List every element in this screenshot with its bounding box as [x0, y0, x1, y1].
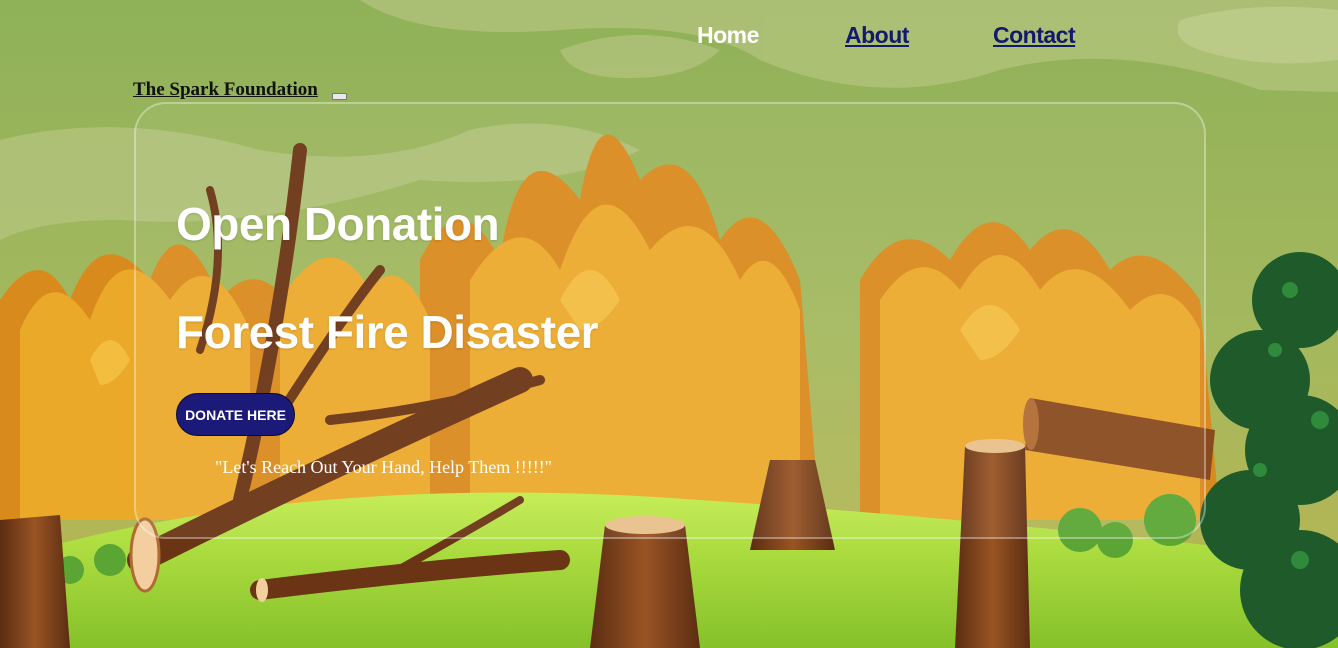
nav-contact-link[interactable]: Contact — [993, 22, 1076, 49]
hero-title: Open Donation — [176, 198, 500, 250]
brand-link[interactable]: The Spark Foundation — [133, 79, 318, 101]
top-nav: Home About Contact — [0, 22, 1338, 52]
donate-button[interactable]: DONATE HERE — [176, 393, 295, 436]
hero-subtitle: Forest Fire Disaster — [176, 306, 599, 358]
menu-toggle-button[interactable] — [332, 93, 347, 100]
hero-tagline: "Let's Reach Out Your Hand, Help Them !!… — [215, 457, 553, 477]
nav-home-link[interactable]: Home — [697, 22, 759, 49]
nav-about-link[interactable]: About — [845, 22, 909, 49]
